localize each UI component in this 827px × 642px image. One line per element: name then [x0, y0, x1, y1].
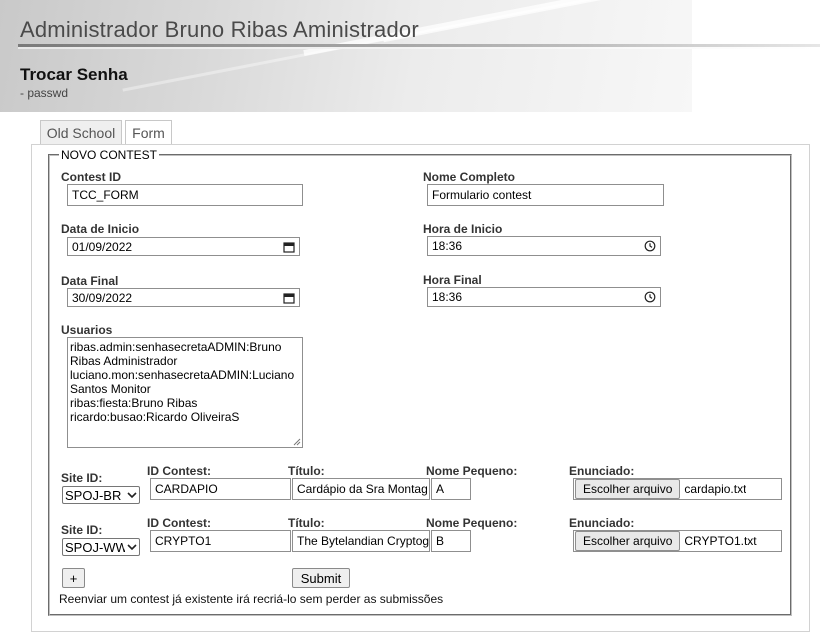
contest-id-input[interactable]: TCC_FORM — [67, 184, 303, 206]
usuarios-line: Santos Monitor — [70, 382, 151, 396]
add-problem-button[interactable]: + — [62, 568, 85, 588]
fieldset-legend: NOVO CONTEST — [61, 148, 158, 162]
titulo-label: Título: — [288, 464, 325, 478]
submit-button[interactable]: Submit — [292, 568, 350, 588]
nome-completo-label: Nome Completo — [423, 170, 516, 184]
site-title: Administrador Bruno Ribas Aministrador — [20, 17, 419, 42]
hora-inicio-label: Hora de Inicio — [423, 222, 503, 236]
nome-completo-value: Formulario contest — [432, 188, 532, 202]
calendar-icon[interactable] — [281, 292, 297, 304]
page-subtitle: - passwd — [20, 86, 69, 100]
usuarios-line: ribas.admin:senhasecretaADMIN:Bruno — [70, 340, 282, 354]
page-title: Trocar Senha — [20, 65, 128, 84]
chevron-down-icon — [125, 491, 139, 499]
resubmit-note: Reenviar um contest já existente irá rec… — [59, 592, 444, 606]
usuarios-line: Ribas Administrador — [70, 354, 178, 368]
enunciado-file-input[interactable]: Escolher arquivo cardapio.txt — [573, 478, 782, 500]
usuarios-line: luciano.mon:senhasecretaADMIN:Luciano — [70, 368, 295, 382]
site-id-label: Site ID: — [61, 523, 103, 537]
usuarios-line: ribas:fiesta:Bruno Ribas — [70, 396, 198, 410]
hora-inicio-input[interactable]: 18:36 — [427, 236, 661, 256]
titulo-value: Cardápio da Sra Montag — [297, 482, 428, 496]
nome-pequeno-input[interactable]: B — [431, 530, 471, 552]
enunciado-label: Enunciado: — [569, 516, 635, 530]
enunciado-label: Enunciado: — [569, 464, 635, 478]
usuarios-line: ricardo:busao:Ricardo OliveiraS — [70, 410, 240, 424]
calendar-icon[interactable] — [281, 241, 297, 253]
nome-pequeno-input[interactable]: A — [431, 478, 471, 500]
id-contest-input[interactable]: CRYPTO1 — [150, 530, 291, 552]
titulo-value: The Bytelandian Cryptog — [297, 534, 429, 548]
id-contest-label: ID Contest: — [147, 516, 211, 530]
file-name: CRYPTO1.txt — [684, 534, 757, 548]
data-final-input[interactable]: 30/09/2022 — [67, 288, 300, 307]
contest-id-label: Contest ID — [61, 170, 121, 184]
id-contest-value: CARDAPIO — [155, 482, 218, 496]
data-final-label: Data Final — [61, 274, 119, 288]
site-id-select[interactable]: SPOJ-BR — [62, 486, 140, 504]
nome-pequeno-label: Nome Pequeno: — [426, 464, 518, 478]
file-name: cardapio.txt — [684, 482, 747, 496]
site-id-value: SPOJ-BR — [65, 487, 122, 503]
data-inicio-input[interactable]: 01/09/2022 — [67, 237, 300, 256]
data-final-value: 30/09/2022 — [72, 290, 133, 305]
hora-final-label: Hora Final — [423, 273, 482, 287]
data-inicio-value: 01/09/2022 — [72, 239, 133, 254]
tab-old-school[interactable]: Old School — [40, 120, 122, 144]
hora-final-value: 18:36 — [432, 290, 463, 304]
titulo-label: Título: — [288, 516, 325, 530]
titulo-input[interactable]: Cardápio da Sra Montag — [292, 478, 430, 500]
usuarios-label: Usuarios — [61, 323, 113, 337]
clock-icon[interactable] — [642, 291, 658, 303]
nome-pequeno-value: B — [436, 534, 445, 548]
choose-file-button[interactable]: Escolher arquivo — [575, 479, 681, 499]
usuarios-textarea[interactable]: ribas.admin:senhasecretaADMIN:Bruno Riba… — [67, 337, 303, 448]
tab-form[interactable]: Form — [125, 120, 172, 145]
site-id-value: SPOJ-WW — [65, 539, 125, 555]
id-contest-value: CRYPTO1 — [155, 534, 212, 548]
contest-id-value: TCC_FORM — [72, 188, 139, 202]
nome-completo-input[interactable]: Formulario contest — [427, 184, 664, 206]
id-contest-label: ID Contest: — [147, 464, 211, 478]
data-inicio-label: Data de Inicio — [61, 222, 140, 236]
id-contest-input[interactable]: CARDAPIO — [150, 478, 291, 500]
nome-pequeno-label: Nome Pequeno: — [426, 516, 518, 530]
titulo-input[interactable]: The Bytelandian Cryptog — [292, 530, 430, 552]
site-id-label: Site ID: — [61, 471, 103, 485]
header-rule-highlight — [18, 47, 820, 49]
nome-pequeno-value: A — [436, 482, 445, 496]
hora-inicio-value: 18:36 — [432, 239, 463, 253]
enunciado-file-input[interactable]: Escolher arquivo CRYPTO1.txt — [573, 530, 782, 552]
hora-final-input[interactable]: 18:36 — [427, 287, 661, 307]
clock-icon[interactable] — [642, 240, 658, 252]
resize-grip-icon[interactable] — [293, 438, 301, 446]
site-id-select[interactable]: SPOJ-WW — [62, 538, 140, 556]
choose-file-button[interactable]: Escolher arquivo — [575, 531, 681, 551]
chevron-down-icon — [125, 543, 139, 551]
